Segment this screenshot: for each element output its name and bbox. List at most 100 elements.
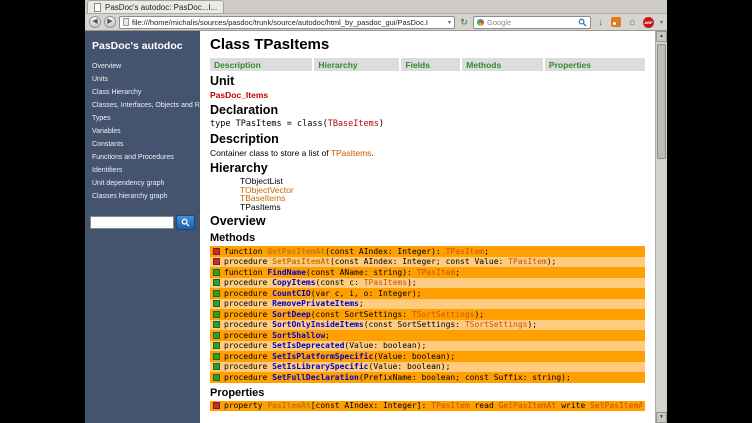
code-text: function: [224, 247, 267, 256]
search-button[interactable]: [176, 215, 195, 230]
member-row: procedure CountCIO(var c, i, o: Integer)…: [210, 288, 645, 299]
member-declaration: procedure SetIsLibrarySpecific(Value: bo…: [224, 362, 450, 371]
page-viewport: PasDoc's autodoc OverviewUnitsClass Hier…: [85, 31, 667, 423]
code-text: ;: [359, 299, 364, 308]
member-row: procedure CopyItems(const c: TPasItems);: [210, 278, 645, 289]
code-text: ): [379, 119, 384, 129]
chevron-down-icon[interactable]: ▾: [448, 19, 451, 26]
description-heading: Description: [210, 133, 645, 146]
tab-bar: PasDoc's autodoc: PasDoc...I...: [85, 0, 667, 14]
url-text[interactable]: file:///home/michalis/sources/pasdoc/tru…: [132, 18, 446, 27]
code-text: (const AIndex: Integer; const Value:: [330, 257, 508, 266]
visibility-red-icon: [213, 248, 220, 255]
code-link[interactable]: TPasItem: [431, 401, 470, 410]
search-placeholder[interactable]: Google: [487, 18, 578, 27]
scroll-up-button[interactable]: ▲: [656, 31, 667, 42]
member-declaration: procedure SortOnlyInsideItems(const Sort…: [224, 320, 537, 329]
code-link[interactable]: PasItemAt: [267, 401, 310, 410]
class-nav-cell: Description: [210, 58, 314, 71]
code-text: function: [224, 268, 267, 277]
code-text: procedure: [224, 299, 272, 308]
sidebar-item[interactable]: Classes hierarchy graph: [85, 190, 200, 203]
code-link[interactable]: FindName: [267, 268, 306, 277]
adblock-chevron-down-icon[interactable]: ▾: [660, 19, 663, 26]
code-text: procedure: [224, 331, 272, 340]
sidebar-item[interactable]: Variables: [85, 125, 200, 138]
scrollbar-thumb[interactable]: [657, 44, 666, 159]
member-declaration: procedure CountCIO(var c, i, o: Integer)…: [224, 289, 421, 298]
google-engine-icon[interactable]: [477, 19, 484, 26]
browser-window: PasDoc's autodoc: PasDoc...I... ◀ ▶ file…: [85, 0, 667, 423]
back-button[interactable]: ◀: [89, 16, 101, 28]
scrollbar[interactable]: ▲ ▼: [655, 31, 667, 423]
hierarchy-item: TPasItems: [240, 203, 645, 212]
hierarchy-item: TObjectList: [240, 177, 645, 186]
sidebar-item[interactable]: Class Hierarchy: [85, 86, 200, 99]
code-text: procedure: [224, 257, 272, 266]
forward-button[interactable]: ▶: [104, 16, 116, 28]
scroll-down-button[interactable]: ▼: [656, 412, 667, 423]
member-declaration: procedure SetPasItemAt(const AIndex: Int…: [224, 257, 556, 266]
reload-button[interactable]: ↻: [458, 17, 470, 28]
magnifier-icon[interactable]: [578, 18, 587, 27]
code-link[interactable]: RemovePrivateItems: [272, 299, 359, 308]
url-bar[interactable]: file:///home/michalis/sources/pasdoc/tru…: [119, 16, 455, 29]
class-nav-link[interactable]: Fields: [405, 60, 430, 70]
sidebar-item[interactable]: Functions and Procedures: [85, 151, 200, 164]
sidebar-item[interactable]: Classes, Interfaces, Objects and Records: [85, 99, 200, 112]
sidebar-item[interactable]: Identifiers: [85, 164, 200, 177]
rss-button[interactable]: [610, 16, 623, 29]
class-nav-link[interactable]: Hierarchy: [318, 60, 357, 70]
code-link[interactable]: CopyItems: [272, 278, 315, 287]
unit-heading: Unit: [210, 75, 645, 88]
code-link[interactable]: TPasItem: [508, 257, 547, 266]
code-link[interactable]: SortDeep: [272, 310, 311, 319]
code-link[interactable]: SortOnlyInsideItems: [272, 320, 364, 329]
code-link[interactable]: CountCIO: [272, 289, 311, 298]
class-nav-cell: Fields: [401, 58, 462, 71]
code-link[interactable]: SetPasItemAt: [272, 257, 330, 266]
code-link[interactable]: SetPasItemAt: [590, 401, 642, 410]
search-input[interactable]: [90, 216, 174, 229]
class-nav-link[interactable]: Methods: [466, 60, 501, 70]
code-link[interactable]: TPasItem: [417, 268, 456, 277]
home-button[interactable]: ⌂: [626, 16, 639, 29]
code-link[interactable]: TPasItems: [364, 278, 407, 287]
code-link[interactable]: SetFullDeclaration: [272, 373, 359, 382]
class-nav-link[interactable]: Properties: [549, 60, 591, 70]
visibility-green-icon: [213, 321, 220, 328]
hierarchy-link[interactable]: TBaseItems: [240, 194, 645, 203]
search-box[interactable]: Google: [473, 16, 591, 29]
class-nav-bar: Description Hierarchy Fields Methods Propert…: [210, 58, 645, 71]
hierarchy-link[interactable]: TObjectVector: [240, 186, 645, 195]
member-row: procedure SetFullDeclaration(PrefixName:…: [210, 372, 645, 383]
code-text: procedure: [224, 362, 272, 371]
code-text: procedure: [224, 320, 272, 329]
sidebar: PasDoc's autodoc OverviewUnitsClass Hier…: [85, 31, 200, 423]
code-link[interactable]: TBaseItems: [328, 119, 379, 129]
browser-tab[interactable]: PasDoc's autodoc: PasDoc...I...: [87, 0, 224, 13]
member-declaration: procedure CopyItems(const c: TPasItems);: [224, 278, 417, 287]
code-link[interactable]: GetPasItemAt: [267, 247, 325, 256]
sidebar-item[interactable]: Constants: [85, 138, 200, 151]
adblock-button[interactable]: ABP: [642, 16, 655, 29]
code-text: procedure: [224, 289, 272, 298]
code-link[interactable]: TPasItems: [331, 148, 372, 158]
code-link[interactable]: GetPasItemAt: [499, 401, 557, 410]
code-link[interactable]: TPasItem: [446, 247, 485, 256]
download-button[interactable]: ↓: [594, 16, 607, 29]
code-link[interactable]: SortShallow: [272, 331, 325, 340]
hierarchy-heading: Hierarchy: [210, 162, 645, 175]
code-link[interactable]: TSortSettings: [465, 320, 528, 329]
sidebar-item[interactable]: Overview: [85, 60, 200, 73]
code-link[interactable]: TSortSettings: [412, 310, 475, 319]
sidebar-item[interactable]: Types: [85, 112, 200, 125]
sidebar-item[interactable]: Units: [85, 73, 200, 86]
sidebar-item[interactable]: Unit dependency graph: [85, 177, 200, 190]
code-link[interactable]: SetIsPlatformSpecific: [272, 352, 373, 361]
class-nav-link[interactable]: Description: [214, 60, 261, 70]
unit-link[interactable]: PasDoc_Items: [210, 90, 268, 100]
code-link[interactable]: SetIsLibrarySpecific: [272, 362, 368, 371]
class-nav-cell: Hierarchy: [314, 58, 401, 71]
code-link[interactable]: SetIsDeprecated: [272, 341, 344, 350]
